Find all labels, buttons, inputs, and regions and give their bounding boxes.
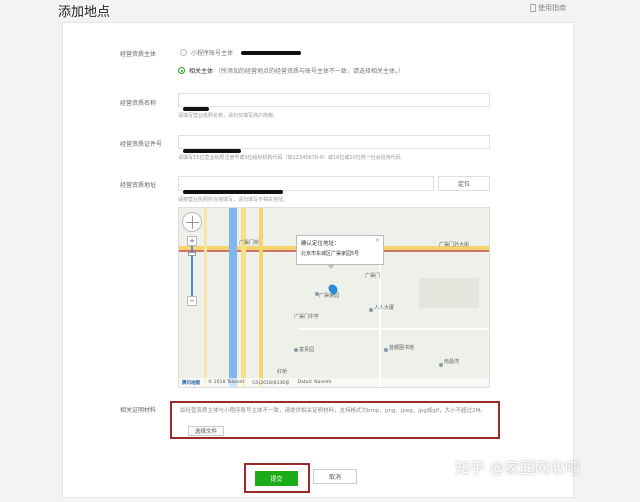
- help-link[interactable]: 使用指南: [530, 3, 566, 13]
- map-logo: 腾讯地图: [182, 380, 200, 386]
- redacted-block: [183, 107, 209, 111]
- location-confirm-popup: × 确认定位地址： 北京市东城区广渠家园5号: [296, 235, 384, 269]
- radio-account-subject[interactable]: [180, 49, 187, 56]
- map-block: [419, 278, 479, 308]
- popup-title: 确认定位地址：: [301, 241, 340, 247]
- map-road-vertical: [241, 208, 246, 387]
- map-license: GS(2018)6336号: [252, 380, 290, 386]
- map-label: 广渠门桥: [239, 240, 260, 246]
- map-label: 广渠门外大街: [439, 242, 470, 248]
- subject-label: 经营资质主体: [120, 51, 157, 58]
- cancel-button[interactable]: 取消: [313, 469, 357, 484]
- name-hint: 请填写营业执照名称，请勿仅填写商户简称。: [178, 113, 279, 119]
- redacted-block: [183, 149, 241, 153]
- map-label: 广渠门中学: [294, 314, 320, 320]
- license-input[interactable]: [178, 135, 490, 153]
- popup-address: 北京市东城区广渠家园5号: [301, 251, 360, 257]
- location-map[interactable]: 广渠门桥 广渠门外大街 广渠家园 广渠门 人人大厦 广渠门中学 首都图书馆 富贵…: [178, 207, 490, 388]
- close-icon[interactable]: ×: [375, 237, 380, 244]
- address-hint: 请按营业执照所在地填写，请勿填写不相关地址。: [178, 197, 289, 203]
- select-file-button[interactable]: 选择文件: [188, 426, 224, 436]
- map-river: [229, 208, 237, 387]
- name-label: 经营资质名称: [120, 100, 157, 107]
- map-poi: [315, 292, 319, 296]
- map-road-minor: [299, 328, 489, 330]
- map-road-vertical: [259, 208, 263, 387]
- zoom-slider[interactable]: [188, 246, 196, 296]
- name-input[interactable]: [178, 93, 490, 111]
- submit-button[interactable]: 提交: [255, 471, 298, 486]
- page-header: 添加地点 使用指南: [0, 0, 640, 22]
- radio-related-subject[interactable]: [178, 67, 185, 74]
- map-label: 红桥: [277, 369, 288, 375]
- map-label: 人人大厦: [374, 305, 395, 311]
- map-road-vertical: [204, 208, 207, 387]
- redacted-block: [183, 190, 283, 194]
- page-title: 添加地点: [58, 5, 111, 20]
- watermark: 知乎 @家园网收吧: [455, 459, 580, 477]
- map-footer: 腾讯地图 © 2018 Tencent GS(2018)6336号 Data© …: [179, 378, 489, 387]
- license-hint: 请填写15位营业执照注册号或9位组织机构代码（如12345678-9）或18位或…: [178, 155, 401, 161]
- zoom-out-button[interactable]: −: [187, 296, 197, 306]
- submit-highlight: 提交: [244, 463, 310, 493]
- map-label: 南昌湾: [444, 359, 460, 365]
- subject-option-account-label: 小程序账号主体: [191, 50, 234, 57]
- document-icon: [530, 4, 536, 12]
- map-label: 富贵园: [299, 347, 315, 353]
- subject-option-related-note: （所添加的经营地点的经营资质与账号主体不一致，请选择相关主体。）: [215, 68, 405, 75]
- address-label: 经营资质地址: [120, 182, 157, 189]
- license-label: 经营资质证件号: [120, 141, 163, 148]
- subject-option-related-label: 相关主体: [189, 68, 214, 75]
- map-label: 首都图书馆: [389, 345, 415, 351]
- help-link-label: 使用指南: [538, 4, 566, 12]
- subject-option-account[interactable]: 小程序账号主体: [180, 48, 302, 57]
- map-poi: [384, 348, 388, 352]
- map-poi: [369, 308, 373, 312]
- address-input[interactable]: [178, 176, 434, 194]
- map-copyright: © 2018 Tencent: [208, 380, 245, 385]
- pan-control-icon[interactable]: [182, 212, 202, 232]
- subject-option-related[interactable]: 相关主体 （所添加的经营地点的经营资质与账号主体不一致，请选择相关主体。）: [178, 66, 404, 75]
- proof-upload-box: 如经营资质主体与小程序账号主体不一致，请提供相关证明材料，支持格式为bmp、pn…: [170, 401, 500, 439]
- map-zoom-control[interactable]: + −: [182, 212, 204, 312]
- map-poi: [439, 363, 443, 367]
- map-data-source: Data© Navinfo: [297, 380, 332, 385]
- zoom-in-button[interactable]: +: [187, 236, 197, 246]
- locate-button[interactable]: 定位: [438, 176, 490, 191]
- zoom-slider-handle[interactable]: [188, 252, 196, 256]
- redacted-block: [241, 50, 302, 55]
- map-poi: [294, 348, 298, 352]
- map-label: 广渠门: [365, 273, 381, 279]
- proof-description: 如经营资质主体与小程序账号主体不一致，请提供相关证明材料，支持格式为bmp、pn…: [180, 408, 486, 414]
